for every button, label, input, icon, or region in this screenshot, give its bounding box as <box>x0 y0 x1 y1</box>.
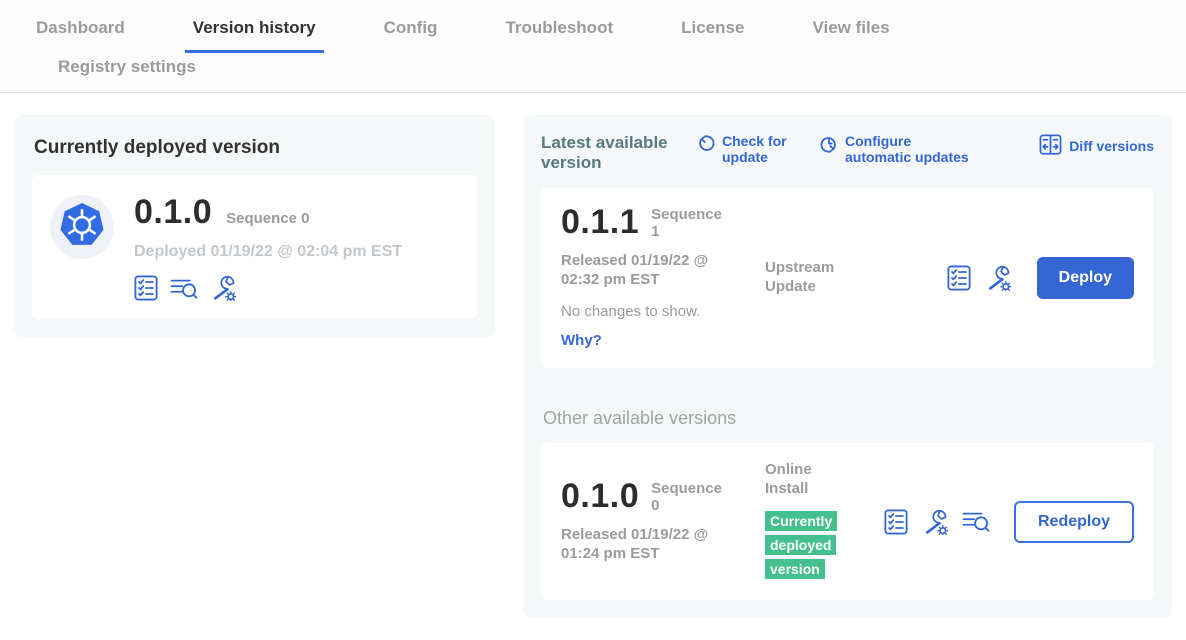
latest-available-panel: Latest available version Check for updat… <box>523 115 1172 618</box>
kubernetes-icon <box>56 199 108 256</box>
deployed-version-details: 0.1.0 Sequence 0 Deployed 01/19/22 @ 02:… <box>134 195 402 301</box>
preflight-checklist-icon[interactable] <box>134 275 158 301</box>
diff-versions-label: Diff versions <box>1069 138 1154 154</box>
tab-config[interactable]: Config <box>376 0 446 53</box>
deploy-logs-icon[interactable] <box>962 509 990 534</box>
other-sequence: Sequence 0 <box>651 480 723 515</box>
latest-released-timestamp: Released 01/19/22 @ 02:32 pm EST <box>561 252 729 290</box>
other-version-details: 0.1.0 Sequence 0 Released 01/19/22 @ 01:… <box>561 480 749 564</box>
currently-deployed-badge: Currently deployed version <box>765 510 837 582</box>
no-changes-note: No changes to show. <box>561 303 749 320</box>
main-content: Currently deployed version <box>0 93 1186 618</box>
diff-versions-link[interactable]: Diff versions <box>1039 133 1154 158</box>
schedule-icon <box>820 133 838 157</box>
deployed-sequence: Sequence 0 <box>226 210 309 227</box>
other-actions: Redeploy <box>884 501 1134 543</box>
tab-view-files[interactable]: View files <box>804 0 897 53</box>
nav-row-primary: Dashboard Version history Config Trouble… <box>28 0 1186 53</box>
configure-auto-updates-label: Configure automatic updates <box>845 133 977 165</box>
latest-source-column: Upstream Update <box>749 259 947 297</box>
currently-deployed-panel: Currently deployed version <box>14 115 495 337</box>
other-version-number: 0.1.0 <box>561 480 639 512</box>
diff-icon <box>1039 133 1062 158</box>
redeploy-button[interactable]: Redeploy <box>1014 501 1134 543</box>
latest-version-details: 0.1.1 Sequence 1 Released 01/19/22 @ 02:… <box>561 206 749 350</box>
other-source-column: Online Install Currently deployed versio… <box>749 461 884 583</box>
other-released-timestamp: Released 01/19/22 @ 01:24 pm EST <box>561 526 729 564</box>
deploy-button[interactable]: Deploy <box>1037 257 1134 299</box>
latest-version-card: 0.1.1 Sequence 1 Released 01/19/22 @ 02:… <box>541 188 1154 368</box>
config-wrench-icon[interactable] <box>922 509 948 535</box>
latest-available-header: Latest available version Check for updat… <box>541 133 1154 174</box>
config-wrench-icon[interactable] <box>210 275 236 301</box>
check-for-update-label: Check for update <box>722 133 798 165</box>
deployed-timestamp: Deployed 01/19/22 @ 02:04 pm EST <box>134 243 402 261</box>
preflight-checklist-icon[interactable] <box>947 265 971 291</box>
deployed-version-number: 0.1.0 <box>134 195 212 229</box>
latest-actions: Deploy <box>947 257 1134 299</box>
tab-version-history[interactable]: Version history <box>185 0 324 53</box>
refresh-icon <box>697 133 715 157</box>
tab-registry-settings[interactable]: Registry settings <box>50 53 204 92</box>
latest-sequence: Sequence 1 <box>651 206 723 241</box>
why-link[interactable]: Why? <box>561 332 602 349</box>
configure-auto-updates-link[interactable]: Configure automatic updates <box>820 133 977 165</box>
tab-license[interactable]: License <box>673 0 752 53</box>
preflight-checklist-icon[interactable] <box>884 509 908 535</box>
latest-source-label: Upstream Update <box>765 259 849 297</box>
latest-available-title: Latest available version <box>541 133 679 174</box>
tab-troubleshoot[interactable]: Troubleshoot <box>497 0 621 53</box>
other-source-label: Online Install <box>765 461 849 499</box>
deploy-logs-icon[interactable] <box>170 276 198 301</box>
other-version-card: 0.1.0 Sequence 0 Released 01/19/22 @ 01:… <box>541 443 1154 601</box>
app-nav: Dashboard Version history Config Trouble… <box>0 0 1186 93</box>
latest-version-number: 0.1.1 <box>561 206 639 238</box>
other-versions-title: Other available versions <box>543 408 1154 429</box>
tab-dashboard[interactable]: Dashboard <box>28 0 133 53</box>
deployed-version-card: 0.1.0 Sequence 0 Deployed 01/19/22 @ 02:… <box>32 175 477 319</box>
config-wrench-icon[interactable] <box>985 265 1011 291</box>
nav-row-secondary: Registry settings <box>28 53 1186 92</box>
check-for-update-link[interactable]: Check for update <box>697 133 798 165</box>
app-logo <box>50 195 114 259</box>
currently-deployed-title: Currently deployed version <box>34 137 477 159</box>
